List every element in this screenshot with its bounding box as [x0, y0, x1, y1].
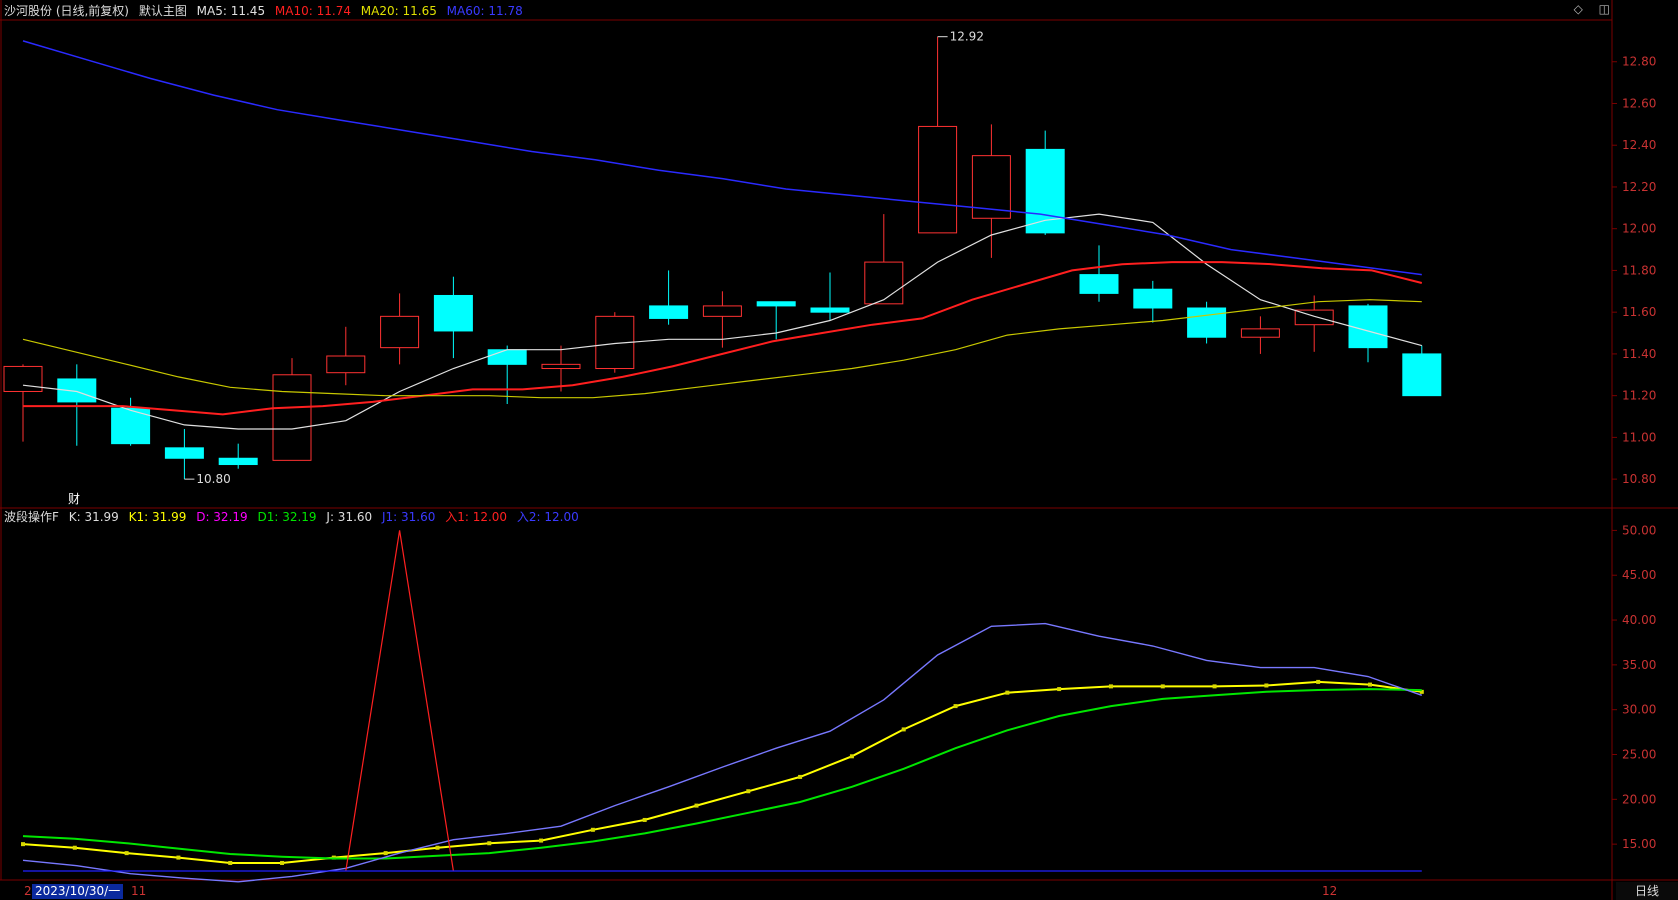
- price-y-tick: 12.20: [1622, 180, 1656, 194]
- candle-body: [1402, 353, 1442, 397]
- k-marker: [1108, 684, 1113, 689]
- x-tick-left: 2: [24, 884, 32, 898]
- k-marker: [124, 851, 129, 856]
- candle-body: [326, 355, 366, 374]
- k-marker: [1316, 679, 1321, 684]
- price-y-tick: 12.60: [1622, 96, 1656, 110]
- k-marker: [72, 845, 77, 850]
- indicator-y-tick: 25.00: [1622, 748, 1656, 762]
- period-selector[interactable]: 日线: [1616, 882, 1678, 900]
- k-marker: [1160, 684, 1165, 689]
- candle-body: [218, 457, 258, 466]
- x-tick-month-11: 11: [131, 884, 147, 898]
- k-marker: [228, 860, 233, 865]
- indicator-y-tick: 20.00: [1622, 792, 1656, 806]
- ma60-label: MA60: 11.78: [446, 4, 523, 18]
- candle-body: [272, 374, 312, 461]
- indicator-y-tick: 50.00: [1622, 523, 1656, 537]
- k-marker: [1212, 684, 1217, 689]
- candle-body: [702, 305, 742, 317]
- d1-label: D1: 32.19: [257, 510, 317, 524]
- candle-body: [541, 363, 581, 370]
- price-y-tick: 11.20: [1622, 389, 1656, 403]
- price-y-tick: 12.00: [1622, 222, 1656, 236]
- price-y-tick: 12.40: [1622, 138, 1656, 152]
- indicator-name[interactable]: 波段操作F: [4, 510, 59, 524]
- candle-body: [1187, 307, 1227, 338]
- k-marker: [590, 827, 595, 832]
- candle-body: [810, 307, 850, 313]
- candle-body: [3, 365, 43, 392]
- in1-label: 入1: 12.00: [445, 510, 508, 524]
- main-chart-selector[interactable]: 默认主图: [139, 4, 187, 18]
- price-y-tick: 11.60: [1622, 305, 1656, 319]
- k-marker: [798, 774, 803, 779]
- price-y-tick: 11.40: [1622, 347, 1656, 361]
- k-marker: [539, 838, 544, 843]
- indicator-y-tick: 35.00: [1622, 658, 1656, 672]
- j-label: J: 31.60: [326, 510, 373, 524]
- k-label: K: 31.99: [68, 510, 119, 524]
- price-y-tick: 11.80: [1622, 263, 1656, 277]
- ma10-label: MA10: 11.74: [274, 4, 351, 18]
- candle-body: [380, 315, 420, 349]
- j1-label: J1: 31.60: [381, 510, 436, 524]
- d-label: D: 32.19: [196, 510, 248, 524]
- indicator-line-d: [22, 688, 1422, 860]
- k-marker: [176, 855, 181, 860]
- price-panel-header: 沙河股份 (日线,前复权) 默认主图 MA5: 11.45 MA10: 11.7…: [4, 2, 529, 20]
- candle-body: [164, 447, 204, 459]
- panel-controls[interactable]: ◇ ◫: [1574, 2, 1616, 16]
- price-y-tick: 11.00: [1622, 430, 1656, 444]
- candle-body: [649, 305, 689, 319]
- k-marker: [694, 803, 699, 808]
- ma5-label: MA5: 11.45: [196, 4, 266, 18]
- k-marker: [21, 842, 25, 847]
- indicator-y-tick: 30.00: [1622, 703, 1656, 717]
- k1-label: K1: 31.99: [128, 510, 187, 524]
- candle-body: [756, 301, 796, 307]
- candle-body: [1079, 274, 1119, 294]
- candle-body: [487, 349, 527, 365]
- candle-body: [864, 261, 904, 305]
- in1-line: [345, 530, 454, 872]
- price-y-tick: 10.80: [1622, 472, 1656, 486]
- indicator-line-k: [22, 680, 1422, 864]
- k-marker: [746, 789, 751, 794]
- candle-body: [1240, 328, 1280, 338]
- finance-marker[interactable]: 财: [68, 490, 80, 507]
- indicator-line-j: [22, 622, 1423, 883]
- k-marker: [435, 845, 440, 850]
- ma-line-ma60: [22, 40, 1422, 276]
- k-marker: [280, 860, 285, 865]
- indicator-panel-header: 波段操作F K: 31.99 K1: 31.99 D: 32.19 D1: 32…: [4, 508, 585, 526]
- price-y-tick: 12.80: [1622, 55, 1656, 69]
- stock-chart[interactable]: 10.80 11.00 11.20 11.40 11.60 11.80 12.00 12.20…: [0, 0, 1678, 900]
- price-annotation: 12.92: [950, 30, 984, 44]
- k-marker: [849, 754, 854, 759]
- price-annotation: 10.80: [196, 472, 230, 486]
- date-cursor-label: 2023/10/30/一: [32, 884, 124, 899]
- indicator-y-tick: 40.00: [1622, 613, 1656, 627]
- stock-name[interactable]: 沙河股份 (日线,前复权): [4, 4, 129, 18]
- indicator-y-tick: 15.00: [1622, 837, 1656, 851]
- k-marker: [1367, 682, 1372, 687]
- k-marker: [383, 851, 388, 856]
- x-tick-month-12: 12: [1322, 884, 1338, 898]
- indicator-y-tick: 45.00: [1622, 568, 1656, 582]
- k-marker: [642, 817, 647, 822]
- in2-label: 入2: 12.00: [516, 510, 579, 524]
- k-marker: [953, 704, 958, 709]
- k-marker: [1005, 690, 1010, 695]
- k-marker: [487, 841, 492, 846]
- candle-body: [918, 125, 958, 234]
- candle-body: [1133, 288, 1173, 309]
- k-marker: [1264, 683, 1269, 688]
- ma20-label: MA20: 11.65: [360, 4, 437, 18]
- candle-body: [433, 294, 473, 332]
- k-marker: [1057, 687, 1062, 692]
- k-marker: [901, 727, 906, 732]
